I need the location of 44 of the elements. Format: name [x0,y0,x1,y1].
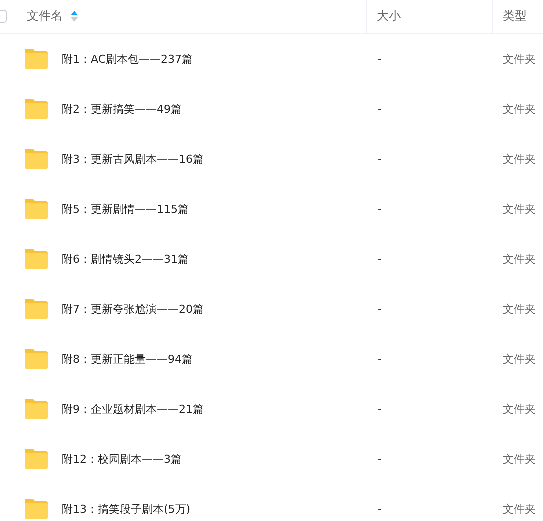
file-type: 文件夹 [503,352,536,366]
file-type: 文件夹 [503,202,536,216]
column-header[interactable]: 大小 [377,8,401,25]
folder-icon [24,498,49,520]
file-type: 文件夹 [503,452,536,466]
file-type: 文件夹 [503,402,536,416]
folder-icon [24,348,49,370]
file-size: - [378,202,382,216]
folder-icon [24,198,49,220]
column-header[interactable]: 文件名 [27,8,63,25]
sort-icon[interactable] [71,11,78,22]
file-size: - [378,402,382,416]
file-size: - [378,502,382,516]
file-name[interactable]: 附13：搞笑段子剧本(5万) [62,502,191,516]
file-type: 文件夹 [503,152,536,166]
file-size: - [378,252,382,266]
file-name[interactable]: 附1：AC剧本包——237篇 [62,52,194,66]
file-type: 文件夹 [503,252,536,266]
file-name[interactable]: 附6：剧情镜头2——31篇 [62,252,189,266]
file-name[interactable]: 附3：更新古风剧本——16篇 [62,152,204,166]
folder-icon [24,448,49,470]
file-size: - [378,52,382,66]
file-type: 文件夹 [503,52,536,66]
file-name[interactable]: 附9：企业题材剧本——21篇 [62,402,204,416]
file-size: - [378,302,382,316]
folder-icon [24,298,49,320]
file-name[interactable]: 附2：更新搞笑——49篇 [62,102,182,116]
file-size: - [378,152,382,166]
column-header[interactable]: 类型 [503,8,527,25]
file-name[interactable]: 附8：更新正能量——94篇 [62,352,193,366]
file-type: 文件夹 [503,102,536,116]
file-size: - [378,452,382,466]
folder-icon [24,98,49,120]
file-type: 文件夹 [503,302,536,316]
folder-icon [24,248,49,270]
folder-icon [24,398,49,420]
file-size: - [378,102,382,116]
file-size: - [378,352,382,366]
file-name[interactable]: 附7：更新夸张尬演——20篇 [62,302,204,316]
file-type: 文件夹 [503,502,536,516]
file-name[interactable]: 附12：校园剧本——3篇 [62,452,182,466]
folder-icon [24,48,49,70]
folder-icon [24,148,49,170]
file-name[interactable]: 附5：更新剧情——115篇 [62,202,189,216]
